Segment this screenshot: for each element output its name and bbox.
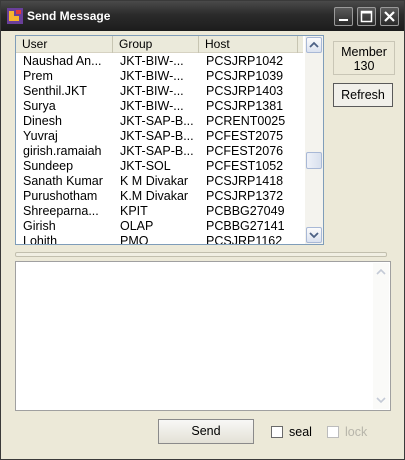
chevron-down-icon — [376, 397, 386, 404]
cell-group: JKT-BIW-... — [120, 54, 184, 68]
chevron-down-icon — [309, 232, 319, 239]
cell-user: Surya — [23, 99, 56, 113]
table-row[interactable]: Shreeparna... KPIT PCBBG27049 — [16, 204, 303, 219]
lock-label: lock — [345, 425, 368, 439]
cell-group: KPIT — [120, 204, 148, 218]
cell-host: PCFEST2076 — [206, 144, 284, 158]
scroll-down-button[interactable] — [306, 227, 322, 243]
cell-group: JKT-SAP-B... — [120, 114, 194, 128]
table-row[interactable]: Sanath Kumar K M Divakar PCSJRP1418 — [16, 174, 303, 189]
cell-user: Sundeep — [23, 159, 74, 173]
table-row[interactable]: Yuvraj JKT-SAP-B... PCFEST2075 — [16, 129, 303, 144]
cell-group: JKT-SOL — [120, 159, 171, 173]
table-row[interactable]: Prem JKT-BIW-... PCSJRP1039 — [16, 69, 303, 84]
member-count: 130 — [353, 59, 375, 73]
cell-host: PCSJRP1372 — [206, 189, 284, 203]
close-icon — [384, 11, 395, 22]
cell-group: K.M Divakar — [120, 189, 189, 203]
message-input[interactable] — [15, 261, 391, 411]
cell-host: PCFEST1052 — [206, 159, 284, 173]
minimize-icon — [339, 19, 348, 21]
chevron-up-icon — [309, 41, 319, 48]
seal-checkbox[interactable] — [271, 426, 283, 438]
message-scroll-up-button[interactable] — [373, 264, 389, 280]
maximize-button[interactable] — [357, 7, 376, 26]
cell-user: Yuvraj — [23, 129, 58, 143]
user-list[interactable]: User Group Host Naushad An... JKT-BIW-..… — [15, 35, 324, 245]
message-scroll-down-button[interactable] — [373, 392, 389, 408]
cell-group: PMO — [120, 234, 149, 245]
lock-checkbox[interactable] — [327, 426, 339, 438]
maximize-icon — [360, 10, 373, 23]
cell-user: Lohith — [23, 234, 58, 245]
cell-host: PCSJRP1403 — [206, 84, 284, 98]
send-message-window: Send Message User Group Host Naushad An.… — [0, 0, 405, 460]
table-row[interactable]: Girish OLAP PCBBG27141 — [16, 219, 303, 234]
cell-group: JKT-BIW-... — [120, 99, 184, 113]
user-list-rows: Naushad An... JKT-BIW-... PCSJRP1042 Pre… — [16, 54, 303, 245]
cell-group: OLAP — [120, 219, 154, 233]
scroll-thumb[interactable] — [306, 152, 322, 169]
cell-host: PCSJRP1418 — [206, 174, 284, 188]
cell-host: PCBBG27049 — [206, 204, 285, 218]
scroll-up-button[interactable] — [306, 37, 322, 53]
cell-user: Senthil.JKT — [23, 84, 87, 98]
cell-user: girish.ramaiah — [23, 144, 102, 158]
cell-host: PCSJRP1381 — [206, 99, 284, 113]
cell-group: JKT-BIW-... — [120, 69, 184, 83]
table-row[interactable]: Lohith PMO PCSJRP1162 — [16, 234, 303, 245]
table-row[interactable]: girish.ramaiah JKT-SAP-B... PCFEST2076 — [16, 144, 303, 159]
cell-host: PCRENT0025 — [206, 114, 286, 128]
cell-user: Dinesh — [23, 114, 62, 128]
seal-label: seal — [289, 425, 312, 439]
cell-host: PCSJRP1162 — [206, 234, 283, 245]
message-scrollbar[interactable] — [373, 263, 389, 409]
cell-host: PCSJRP1039 — [206, 69, 284, 83]
chevron-up-icon — [376, 268, 386, 275]
cell-host: PCSJRP1042 — [206, 54, 284, 68]
cell-group: JKT-SAP-B... — [120, 144, 194, 158]
user-list-header: User Group Host — [16, 36, 303, 53]
member-label: Member — [341, 45, 387, 59]
table-row[interactable]: Purushotham K.M Divakar PCSJRP1372 — [16, 189, 303, 204]
send-button[interactable]: Send — [158, 419, 254, 444]
cell-group: K M Divakar — [120, 174, 189, 188]
cell-host: PCBBG27141 — [206, 219, 285, 233]
table-row[interactable]: Sundeep JKT-SOL PCFEST1052 — [16, 159, 303, 174]
refresh-button[interactable]: Refresh — [333, 83, 393, 107]
splitter-bar[interactable] — [15, 252, 387, 257]
column-header-group[interactable]: Group — [113, 36, 199, 53]
column-header-user[interactable]: User — [16, 36, 113, 53]
close-button[interactable] — [380, 7, 399, 26]
cell-group: JKT-BIW-... — [120, 84, 184, 98]
column-header-host[interactable]: Host — [199, 36, 298, 53]
title-bar[interactable]: Send Message — [1, 1, 404, 31]
cell-host: PCFEST2075 — [206, 129, 284, 143]
table-row[interactable]: Surya JKT-BIW-... PCSJRP1381 — [16, 99, 303, 114]
cell-user: Purushotham — [23, 189, 98, 203]
table-row[interactable]: Naushad An... JKT-BIW-... PCSJRP1042 — [16, 54, 303, 69]
cell-user: Prem — [23, 69, 53, 83]
app-icon — [7, 8, 23, 24]
table-row[interactable]: Dinesh JKT-SAP-B... PCRENT0025 — [16, 114, 303, 129]
table-row[interactable]: Senthil.JKT JKT-BIW-... PCSJRP1403 — [16, 84, 303, 99]
cell-user: Sanath Kumar — [23, 174, 103, 188]
minimize-button[interactable] — [334, 7, 353, 26]
cell-user: Girish — [23, 219, 56, 233]
member-count-box: Member 130 — [333, 41, 395, 75]
window-title: Send Message — [27, 9, 111, 23]
user-list-scrollbar[interactable] — [305, 36, 323, 244]
cell-user: Naushad An... — [23, 54, 102, 68]
cell-group: JKT-SAP-B... — [120, 129, 194, 143]
cell-user: Shreeparna... — [23, 204, 99, 218]
